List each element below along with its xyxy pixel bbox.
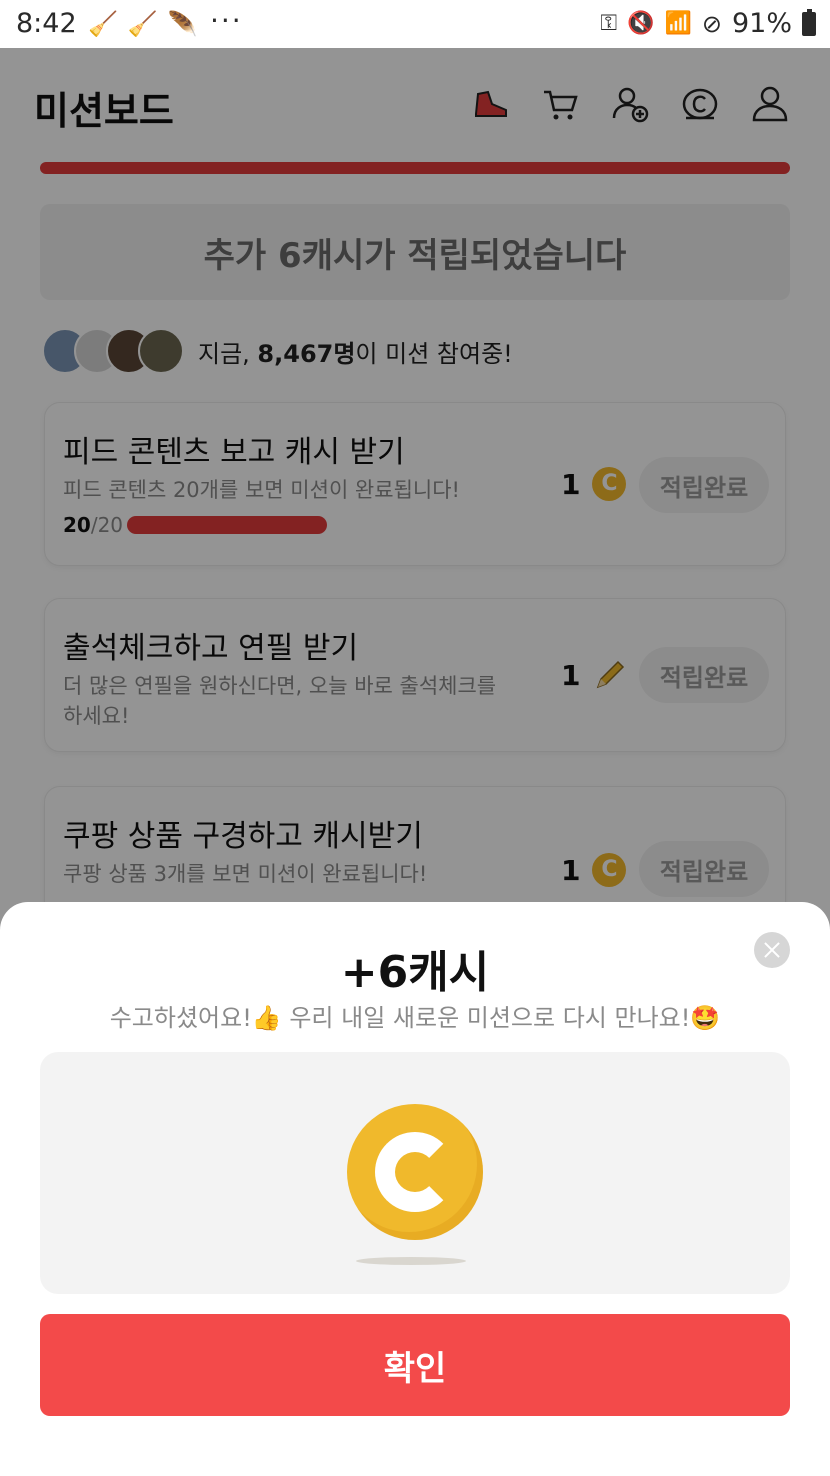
status-time: 8:42 [16,8,77,39]
confirm-button[interactable]: 확인 [40,1314,790,1416]
wifi-icon: 📶 [664,11,692,36]
feather-icon: 🪶 [167,10,198,38]
status-bar: 8:42 🧹 🧹 🪶 ··· ⚿ 🔇 📶 ⊘ 91% [0,0,830,48]
close-button[interactable] [754,932,790,968]
battery-percent: 91% [731,8,792,39]
broom-icon: 🧹 [127,10,158,38]
more-notifications-icon: ··· [210,4,243,37]
coin-shadow [356,1257,466,1265]
reward-bottom-sheet: +6캐시 수고하셨어요!👍 우리 내일 새로운 미션으로 다시 만나요!🤩 확인 [0,902,830,1476]
cash-coin-icon [347,1104,483,1240]
reward-coin-box [40,1052,790,1294]
notification-icons: 🧹 🧹 🪶 [88,10,198,38]
vibrate-icon: 🔇 [627,11,655,36]
do-not-disturb-icon: ⊘ [701,9,722,38]
system-icons: ⚿ 🔇 📶 ⊘ 91% [600,8,816,39]
battery-icon [802,8,816,36]
key-icon: ⚿ [600,11,618,36]
coin-c-mark [375,1132,455,1212]
reward-subtitle: 수고하셨어요!👍 우리 내일 새로운 미션으로 다시 만나요!🤩 [109,1004,721,1032]
broom-icon: 🧹 [88,10,118,38]
reward-title: +6캐시 [340,947,490,998]
